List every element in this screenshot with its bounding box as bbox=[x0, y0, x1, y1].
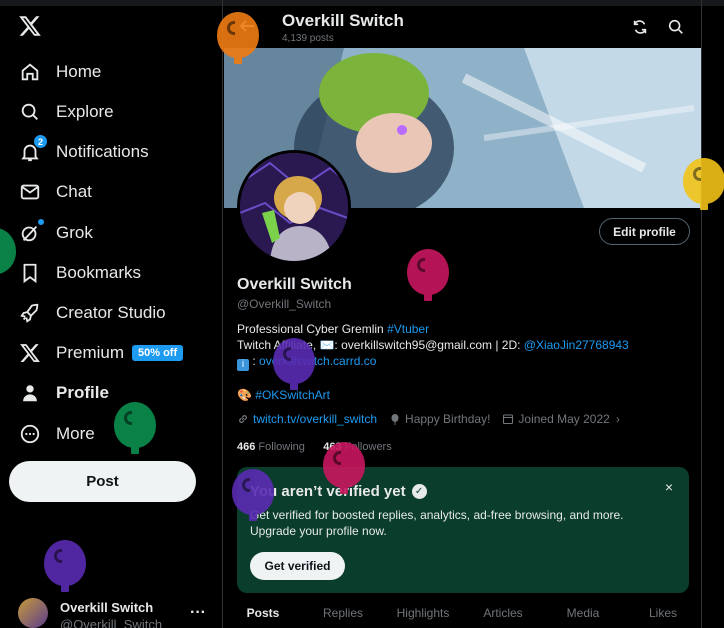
birthday-balloon bbox=[217, 12, 259, 64]
nav-explore-label: Explore bbox=[56, 102, 114, 121]
refresh-icon[interactable] bbox=[631, 18, 651, 38]
x-logo-icon[interactable] bbox=[18, 14, 42, 38]
account-switcher[interactable]: Overkill Switch @Overkill_Switch ··· bbox=[18, 598, 218, 628]
birthday-balloon bbox=[323, 442, 365, 494]
birthday-balloon bbox=[273, 338, 315, 390]
more-horizontal-icon: ··· bbox=[190, 604, 206, 621]
envelope-icon bbox=[18, 180, 42, 204]
art-hashtag-link[interactable]: #OKSwitchArt bbox=[255, 388, 330, 402]
home-icon bbox=[18, 60, 42, 84]
profile-handle: @Overkill_Switch bbox=[237, 297, 332, 311]
birthday-balloon bbox=[407, 249, 449, 301]
birthday-balloon bbox=[114, 402, 156, 454]
bookmark-icon bbox=[18, 261, 42, 285]
joined-text: Joined May 2022 bbox=[518, 412, 610, 426]
x-premium-icon bbox=[18, 341, 42, 365]
calendar-icon bbox=[503, 414, 514, 425]
profile-meta: twitch.tv/overkill_switch Happy Birthday… bbox=[237, 412, 632, 426]
nav-more-label: More bbox=[56, 424, 95, 443]
tab-highlights[interactable]: Highlights bbox=[383, 600, 463, 628]
birthday-balloon bbox=[683, 158, 724, 210]
page-title: Overkill Switch bbox=[282, 11, 404, 30]
chevron-right-icon: › bbox=[615, 412, 620, 426]
birthday-text: Happy Birthday! bbox=[405, 412, 491, 426]
bio-prefix: : bbox=[252, 354, 260, 368]
nav-bookmarks[interactable]: Bookmarks bbox=[18, 253, 141, 293]
bio-line-1: Professional Cyber Gremlin #Vtuber bbox=[237, 321, 697, 337]
nav-more[interactable]: More bbox=[18, 414, 95, 454]
post-button[interactable]: Post bbox=[9, 461, 196, 502]
website-item: twitch.tv/overkill_switch bbox=[237, 412, 377, 426]
artist-mention-link[interactable]: @XiaoJin27768943 bbox=[524, 338, 629, 352]
person-icon bbox=[18, 381, 42, 405]
avatar bbox=[18, 598, 48, 628]
profile-avatar[interactable] bbox=[237, 150, 351, 264]
verify-description: Get verified for boosted replies, analyt… bbox=[250, 508, 624, 538]
following-label: Following bbox=[258, 441, 305, 453]
search-icon[interactable] bbox=[667, 18, 687, 38]
nav-creator-studio-label: Creator Studio bbox=[56, 303, 166, 322]
tab-media[interactable]: Media bbox=[543, 600, 623, 628]
birthday-balloon bbox=[232, 469, 274, 521]
bio-text: Professional Cyber Gremlin bbox=[237, 322, 388, 336]
search-icon bbox=[18, 100, 42, 124]
profile-tabs: Posts Replies Highlights Articles Media … bbox=[223, 600, 701, 628]
nav-notifications-label: Notifications bbox=[56, 142, 149, 161]
balloon-icon bbox=[391, 414, 399, 425]
notification-count-badge: 2 bbox=[34, 135, 47, 148]
nav-explore[interactable]: Explore bbox=[18, 92, 114, 132]
link-icon bbox=[239, 415, 247, 423]
joined-item[interactable]: Joined May 2022 › bbox=[502, 412, 620, 426]
sidebar: Home Explore 2 Notifications Chat Grok B… bbox=[0, 0, 222, 628]
website-link[interactable]: twitch.tv/overkill_switch bbox=[253, 412, 377, 426]
info-icon: i bbox=[237, 359, 249, 371]
edit-profile-button[interactable]: Edit profile bbox=[599, 218, 690, 245]
bio-line-4: 🎨 #OKSwitchArt bbox=[237, 387, 697, 403]
account-handle: @Overkill_Switch bbox=[60, 617, 163, 628]
nav-chat[interactable]: Chat bbox=[18, 172, 92, 212]
check-badge-icon: ✓ bbox=[411, 484, 427, 499]
grok-indicator-dot bbox=[38, 219, 44, 225]
close-icon[interactable]: × bbox=[665, 479, 673, 495]
following-count: 466 bbox=[237, 441, 256, 453]
palette-icon: 🎨 bbox=[237, 388, 252, 402]
profile-name: Overkill Switch bbox=[237, 276, 352, 293]
nav-profile-label: Profile bbox=[56, 383, 109, 402]
nav-premium[interactable]: Premium 50% off bbox=[18, 333, 184, 373]
nav-creator-studio[interactable]: Creator Studio bbox=[18, 293, 166, 333]
tab-replies[interactable]: Replies bbox=[303, 600, 383, 628]
nav-chat-label: Chat bbox=[56, 182, 92, 201]
rocket-icon bbox=[18, 301, 42, 325]
more-circle-icon bbox=[18, 422, 42, 446]
nav-profile[interactable]: Profile bbox=[18, 373, 109, 413]
birthday-balloon bbox=[44, 540, 86, 592]
tab-articles[interactable]: Articles bbox=[463, 600, 543, 628]
tab-likes[interactable]: Likes bbox=[623, 600, 701, 628]
grok-icon bbox=[18, 219, 44, 245]
nav-notifications[interactable]: 2 Notifications bbox=[18, 132, 149, 172]
vtuber-hashtag-link[interactable]: #Vtuber bbox=[387, 322, 429, 336]
follow-stats: 466 Following 463 Followers bbox=[237, 441, 392, 453]
verification-prompt: You aren’t verified yet ✓ × Get verified… bbox=[237, 467, 689, 593]
bell-icon: 2 bbox=[18, 135, 47, 164]
post-count: 4,139 posts bbox=[282, 33, 334, 44]
nav-home-label: Home bbox=[56, 62, 102, 81]
nav-premium-label: Premium bbox=[56, 343, 125, 362]
following-link[interactable]: 466 Following bbox=[237, 441, 305, 453]
premium-discount-badge: 50% off bbox=[132, 345, 184, 361]
tab-posts[interactable]: Posts bbox=[223, 600, 303, 628]
nav-grok-label: Grok bbox=[56, 223, 93, 242]
account-name: Overkill Switch bbox=[60, 600, 154, 615]
profile-column: Overkill Switch 4,139 posts Edit profile… bbox=[222, 0, 702, 628]
get-verified-button[interactable]: Get verified bbox=[250, 552, 345, 580]
nav-grok[interactable]: Grok bbox=[18, 213, 93, 253]
profile-header: Overkill Switch 4,139 posts bbox=[223, 6, 701, 48]
nav-bookmarks-label: Bookmarks bbox=[56, 263, 142, 282]
nav-home[interactable]: Home bbox=[18, 52, 101, 92]
birthday-item: Happy Birthday! bbox=[389, 412, 490, 426]
